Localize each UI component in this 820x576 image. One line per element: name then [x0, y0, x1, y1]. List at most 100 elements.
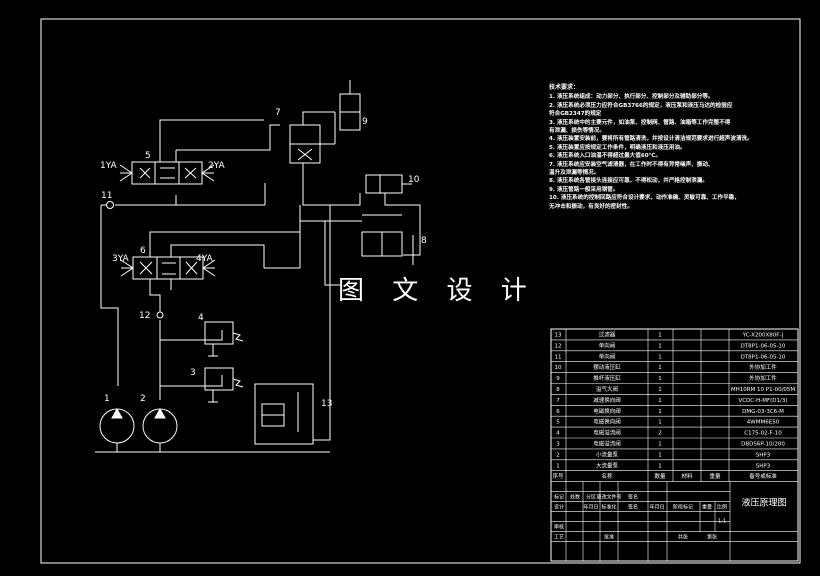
table-cell: 签名: [628, 504, 638, 511]
tech-notes-lines: 1. 液压系统组成：动力部分、执行部分、控制部分及辅助部分等。 2. 液压系统必须…: [549, 93, 771, 211]
table-cell: 8: [556, 387, 560, 393]
table-cell: 审核: [554, 524, 564, 531]
table-cell: 12: [555, 343, 562, 349]
tech-note-line: 2. 液压系统必须压力应符合GB3766的规定，液压泵和液压马达的检验应: [549, 102, 733, 109]
tech-notes-title: 技术要求：: [549, 84, 580, 91]
tech-note-line: 6. 液压系统入口油温不得超过最大值60℃。: [549, 153, 662, 160]
table-cell: 年月日: [583, 504, 598, 511]
label-2ya: 2YA: [208, 161, 226, 171]
table-cell: 2: [658, 431, 662, 437]
label-10: 10: [408, 175, 420, 185]
table-cell: 1: [658, 365, 662, 371]
valve-6: [132, 256, 204, 280]
tech-note-line: 1. 液压系统组成：动力部分、执行部分、控制部分及辅助部分等。: [549, 94, 714, 101]
table-cell: 摆动液压缸: [593, 363, 621, 371]
table-cell: 1: [658, 409, 662, 415]
table-cell: SHP3: [756, 452, 771, 458]
table-cell: 单向阀: [599, 352, 616, 360]
table-cell: 1: [658, 354, 662, 360]
table-cell: 1: [658, 376, 662, 382]
cylinder-10: [365, 174, 403, 194]
tech-note-line: 10. 液压系统的控制回路应符合设计要求，动作准确、灵敏可靠、工作平稳，: [549, 195, 740, 202]
table-cell: 减速换向阀: [593, 396, 621, 404]
valve-5: [131, 161, 203, 185]
table-cell: 5: [556, 420, 560, 426]
table-cell: 外协加工件: [749, 374, 777, 382]
table-cell: 分区: [586, 494, 596, 501]
tech-note-line: 有泄漏、损伤等情况。: [549, 128, 605, 135]
table-cell: DBDS6P-10/200: [741, 442, 785, 448]
table-cell: 1: [658, 420, 662, 426]
table-cell: 序号: [552, 472, 564, 480]
table-cell: 4WMM6E50: [747, 420, 780, 426]
tech-notes: 技术要求： 1. 液压系统组成：动力部分、执行部分、控制部分及辅助部分等。 2. …: [549, 84, 771, 211]
table-cell: C175-02-F-10: [744, 431, 782, 437]
table-cell: MH10RM 10 P1-00/05M: [731, 387, 796, 393]
label-4ya: 4YA: [196, 254, 214, 264]
table-cell: DT8P1-06-05-10: [741, 354, 786, 360]
label-7: 7: [275, 108, 281, 118]
table-cell: 9: [556, 376, 560, 382]
label-8: 8: [421, 236, 427, 246]
table-cell: 重量: [709, 472, 721, 480]
table-cell: SHP3: [756, 463, 771, 469]
table-cell: YC-X200X80F-J: [742, 333, 784, 339]
table-cell: 材料: [681, 472, 693, 480]
table-cell: DT8P1-06-05-10: [741, 343, 786, 349]
table-cell: 1: [658, 442, 662, 448]
watermark: 图 文 设 计: [338, 276, 537, 306]
table-cell: 1: [658, 463, 662, 469]
table-cell: 1: [658, 333, 662, 339]
tech-note-line: 7. 液压系统应安装空气滤清器，在工作时不得有异常噪声、振动、: [549, 161, 714, 168]
table-cell: 共张: [678, 534, 688, 541]
table-cell: 2: [556, 452, 560, 458]
tech-note-line: 8. 液压系统各管接头连接应可靠，不得松动，并严格控制泄漏。: [549, 178, 708, 185]
table-cell: 标准化: [601, 504, 616, 511]
tech-note-line: 符合GB2347的规定: [549, 111, 602, 118]
table-cell: 数量: [654, 472, 666, 480]
table-cell: 溢气大阀: [596, 385, 618, 393]
parts-text: 13 过滤器 1 YC-X200X80F-J12 单向阀 1 DT8P1-06-05-101…: [552, 331, 795, 541]
table-cell: 比例: [717, 504, 727, 511]
table-cell: 1: [658, 452, 662, 458]
table-cell: 1: [658, 398, 662, 404]
label-3: 3: [190, 368, 196, 378]
table-cell: 1: [556, 463, 560, 469]
table-cell: 13: [555, 333, 562, 339]
label-12: 12: [139, 311, 150, 321]
table-cell: 第张: [707, 534, 717, 541]
label-1: 1: [104, 394, 110, 404]
table-cell: 过滤器: [599, 331, 616, 339]
relief-valve-3: [204, 367, 234, 391]
label-4: 4: [198, 313, 204, 323]
label-9: 9: [362, 117, 368, 127]
table-cell: 电磁溢流阀: [593, 440, 621, 448]
table-cell: 标记: [554, 494, 564, 501]
table-cell: 大流量泵: [596, 461, 619, 469]
table-cell: 电磁溢流阀: [593, 429, 621, 437]
tech-note-line: 无冲击和振动，有良好的密封性。: [549, 203, 633, 210]
table-cell: 处数: [570, 494, 580, 501]
tech-note-line: 3. 液压系统中的主要元件，如油泵、控制阀、管路、油箱等工作完整不得: [549, 119, 731, 126]
label-2: 2: [140, 394, 146, 404]
label-3ya: 3YA: [112, 254, 130, 264]
label-5: 5: [145, 151, 151, 161]
table-cell: 液压原理图: [741, 497, 786, 509]
check-valve-11: [106, 201, 114, 209]
table-cell: 年月日: [649, 504, 664, 511]
label-11: 11: [101, 191, 112, 201]
table-cell: 重量: [702, 504, 712, 511]
tech-note-line: 温升及泄漏等情况。: [549, 170, 600, 177]
table-cell: 小流量泵: [596, 450, 619, 458]
check-valve-12: [156, 311, 164, 319]
table-cell: 3: [556, 442, 560, 448]
table-cell: 推杆液压缸: [593, 374, 621, 382]
label-1ya: 1YA: [100, 161, 118, 171]
label-13: 13: [321, 399, 332, 409]
label-6: 6: [140, 246, 146, 256]
table-cell: 7: [556, 398, 560, 404]
table-cell: 名称: [601, 472, 613, 480]
table-cell: 备号或标准: [749, 472, 777, 480]
table-cell: DMG-03-3C6-M: [742, 409, 784, 415]
table-cell: 签名: [628, 494, 638, 501]
